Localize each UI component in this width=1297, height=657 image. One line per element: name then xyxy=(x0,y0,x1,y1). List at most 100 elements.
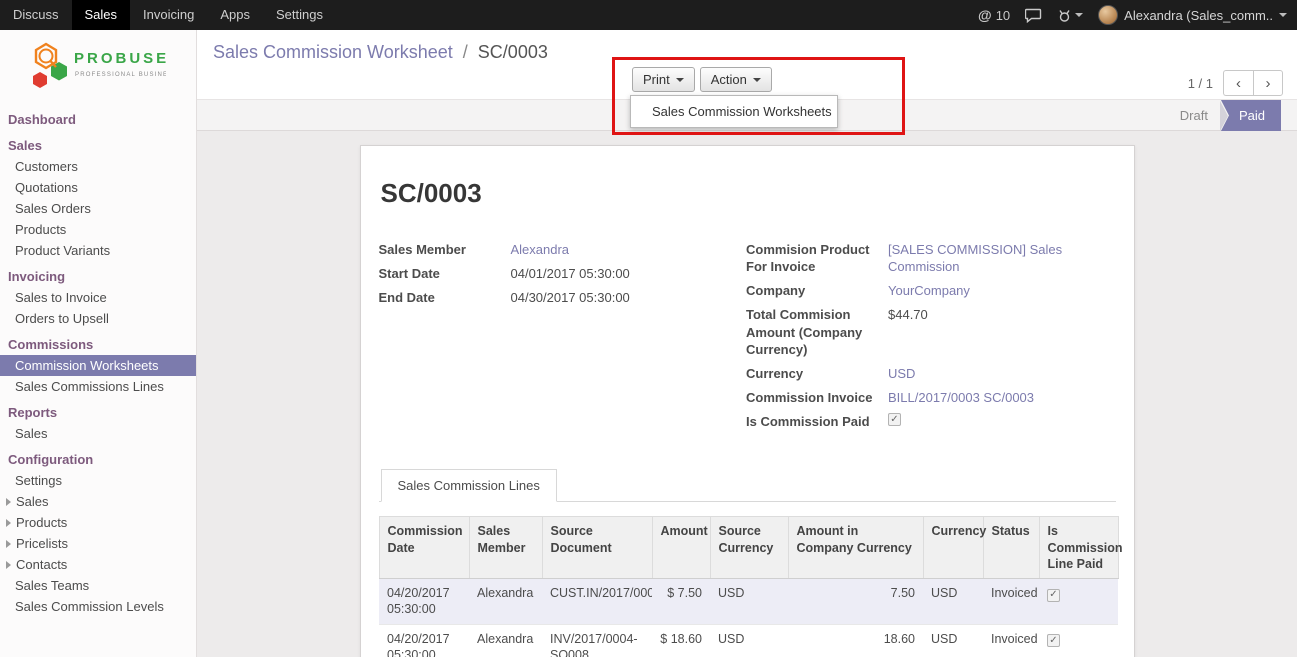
tab-sales-commission-lines[interactable]: Sales Commission Lines xyxy=(381,469,557,502)
user-menu[interactable]: Alexandra (Sales_comm.. xyxy=(1098,5,1287,25)
company-link[interactable]: YourCompany xyxy=(888,282,970,299)
sidebar-item-settings[interactable]: Settings xyxy=(0,470,196,491)
expand-arrow-icon xyxy=(6,498,11,506)
notebook-tabs: Sales Commission Lines xyxy=(379,469,1116,502)
chevron-right-icon: › xyxy=(1266,75,1271,92)
field-label: Start Date xyxy=(379,265,511,282)
cell-amount: $ 18.60 xyxy=(652,624,710,657)
sidebar-item-label: Sales xyxy=(16,494,49,509)
cell-line-paid: ✓ xyxy=(1039,579,1118,625)
sidebar-heading-configuration[interactable]: Configuration xyxy=(0,449,196,470)
sidebar-item-product-variants[interactable]: Product Variants xyxy=(0,240,196,261)
menu-apps[interactable]: Apps xyxy=(207,0,263,30)
print-button[interactable]: Print xyxy=(632,67,695,92)
cell-source-document: INV/2017/0004-SO008 xyxy=(542,624,652,657)
pager-counter: 1 / 1 xyxy=(1188,76,1213,91)
check-icon: ✓ xyxy=(1049,636,1057,646)
sidebar-item-sales-to-invoice[interactable]: Sales to Invoice xyxy=(0,287,196,308)
field-column-right: Commision Product For Invoice [SALES COM… xyxy=(746,241,1116,437)
topbar-right: @ 10 Alexandra (Sales_comm.. xyxy=(978,0,1297,30)
cell-amount-company: 18.60 xyxy=(788,624,923,657)
pager-previous-button[interactable]: ‹ xyxy=(1223,70,1253,96)
sidebar-item-products[interactable]: Products xyxy=(0,219,196,240)
header-amount: Amount xyxy=(652,517,710,579)
table-row[interactable]: 04/20/2017 05:30:00 Alexandra CUST.IN/20… xyxy=(379,579,1118,625)
toolbar: Print Action xyxy=(632,67,772,92)
chat-button[interactable] xyxy=(1025,8,1042,23)
sidebar-item-reports-sales[interactable]: Sales xyxy=(0,423,196,444)
sidebar-heading-invoicing[interactable]: Invoicing xyxy=(0,266,196,287)
sidebar-nav: Dashboard Sales Customers Quotations Sal… xyxy=(0,107,196,617)
field-label: Currency xyxy=(746,365,888,382)
cell-currency: USD xyxy=(923,579,983,625)
at-icon: @ xyxy=(978,7,992,23)
field-commission-product: Commision Product For Invoice [SALES COM… xyxy=(746,241,1116,275)
cell-status: Invoiced xyxy=(983,624,1039,657)
cell-commission-date: 04/20/2017 05:30:00 xyxy=(379,624,469,657)
sidebar-item-customers[interactable]: Customers xyxy=(0,156,196,177)
sidebar-item-dashboard[interactable]: Dashboard xyxy=(0,109,196,130)
breadcrumb: Sales Commission Worksheet / SC/0003 xyxy=(213,42,548,63)
field-label: Sales Member xyxy=(379,241,511,258)
cell-source-currency: USD xyxy=(710,624,788,657)
stage-paid[interactable]: Paid xyxy=(1221,100,1281,131)
header-status: Status xyxy=(983,517,1039,579)
print-dropdown-menu: Sales Commission Worksheets xyxy=(630,95,838,128)
avatar xyxy=(1098,5,1118,25)
field-is-commission-paid: Is Commission Paid ✓ xyxy=(746,413,1116,430)
field-label: Commission Invoice xyxy=(746,389,888,406)
menu-discuss[interactable]: Discuss xyxy=(0,0,72,30)
header-amount-company-currency: Amount in Company Currency xyxy=(788,517,923,579)
sidebar-item-config-sales[interactable]: Sales xyxy=(0,491,196,512)
sidebar-item-sales-commission-levels[interactable]: Sales Commission Levels xyxy=(0,596,196,617)
sidebar-item-contacts[interactable]: Contacts xyxy=(0,554,196,575)
stage-draft[interactable]: Draft xyxy=(1168,100,1220,131)
commission-lines-table: Commission Date Sales Member Source Docu… xyxy=(379,516,1119,657)
field-column-left: Sales Member Alexandra Start Date 04/01/… xyxy=(379,241,747,437)
commission-product-link[interactable]: [SALES COMMISSION] Sales Commission xyxy=(888,241,1116,275)
header-source-document: Source Document xyxy=(542,517,652,579)
sidebar-item-pricelists[interactable]: Pricelists xyxy=(0,533,196,554)
sidebar-item-commission-worksheets[interactable]: Commission Worksheets xyxy=(0,355,196,376)
breadcrumb-parent-link[interactable]: Sales Commission Worksheet xyxy=(213,42,453,62)
cell-sales-member: Alexandra xyxy=(469,624,542,657)
menu-settings[interactable]: Settings xyxy=(263,0,336,30)
sidebar-item-config-products[interactable]: Products xyxy=(0,512,196,533)
debug-menu-button[interactable] xyxy=(1057,8,1083,23)
breadcrumb-separator: / xyxy=(463,42,468,62)
sidebar: PROBUSE PROFESSIONAL BUSINESS Dashboard … xyxy=(0,30,197,657)
sales-member-link[interactable]: Alexandra xyxy=(511,241,570,258)
is-commission-paid-checkbox: ✓ xyxy=(888,413,901,426)
dropdown-item-sales-commission-worksheets[interactable]: Sales Commission Worksheets xyxy=(631,96,837,127)
sidebar-heading-commissions[interactable]: Commissions xyxy=(0,334,196,355)
cell-currency: USD xyxy=(923,624,983,657)
logo-title: PROBUSE xyxy=(74,50,166,67)
field-label: Total Commision Amount (Company Currency… xyxy=(746,306,888,357)
field-total-commission: Total Commision Amount (Company Currency… xyxy=(746,306,1116,357)
chevron-left-icon: ‹ xyxy=(1236,75,1241,92)
sidebar-heading-reports[interactable]: Reports xyxy=(0,402,196,423)
app-logo: PROBUSE PROFESSIONAL BUSINESS xyxy=(0,30,196,107)
caret-down-icon xyxy=(676,78,684,82)
sidebar-heading-sales[interactable]: Sales xyxy=(0,135,196,156)
action-button[interactable]: Action xyxy=(700,67,772,92)
sidebar-item-sales-commissions-lines[interactable]: Sales Commissions Lines xyxy=(0,376,196,397)
table-row[interactable]: 04/20/2017 05:30:00 Alexandra INV/2017/0… xyxy=(379,624,1118,657)
line-paid-checkbox: ✓ xyxy=(1047,634,1060,647)
currency-link[interactable]: USD xyxy=(888,365,915,382)
cell-status: Invoiced xyxy=(983,579,1039,625)
field-label: Is Commission Paid xyxy=(746,413,888,430)
field-currency: Currency USD xyxy=(746,365,1116,382)
line-paid-checkbox: ✓ xyxy=(1047,589,1060,602)
pager-next-button[interactable]: › xyxy=(1253,70,1283,96)
sidebar-item-orders-to-upsell[interactable]: Orders to Upsell xyxy=(0,308,196,329)
sidebar-item-sales-teams[interactable]: Sales Teams xyxy=(0,575,196,596)
cell-source-document: CUST.IN/2017/0001 xyxy=(542,579,652,625)
commission-invoice-link[interactable]: BILL/2017/0003 SC/0003 xyxy=(888,389,1034,406)
mentions-button[interactable]: @ 10 xyxy=(978,7,1010,23)
sidebar-item-quotations[interactable]: Quotations xyxy=(0,177,196,198)
menu-invoicing[interactable]: Invoicing xyxy=(130,0,207,30)
sidebar-item-sales-orders[interactable]: Sales Orders xyxy=(0,198,196,219)
menu-sales[interactable]: Sales xyxy=(72,0,131,30)
field-end-date: End Date 04/30/2017 05:30:00 xyxy=(379,289,747,306)
